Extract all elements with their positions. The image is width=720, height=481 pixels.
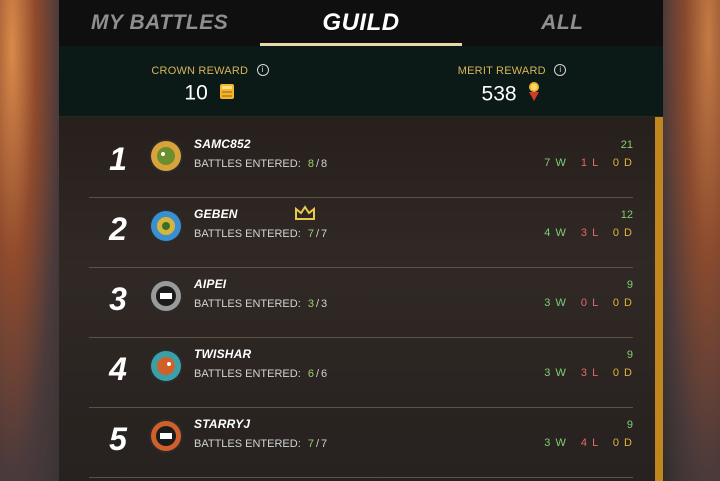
merit-reward: MERIT REWARD i 538 — [361, 46, 663, 116]
record: 3 W 0 L 0 D — [534, 297, 633, 309]
draws: 0 D — [612, 157, 633, 169]
battles-entered-count: 8 — [307, 158, 314, 170]
score: 9 — [626, 279, 633, 291]
battles-entered-total: 6 — [321, 368, 328, 380]
rank: 2 — [109, 211, 127, 247]
crown-icon — [294, 205, 316, 226]
battles-entered: BATTLES ENTERED: 7/7 — [194, 228, 328, 240]
losses: 0 L — [580, 297, 599, 309]
merit-reward-icon — [526, 81, 542, 109]
battles-entered: BATTLES ENTERED: 7/7 — [194, 438, 328, 450]
score: 12 — [620, 209, 633, 221]
list-item[interactable]: 1 SAMC852 BATTLES ENTERED: 8/8 21 7 W 1 … — [89, 127, 633, 198]
score: 21 — [620, 139, 633, 151]
player-name[interactable]: STARRYJ — [194, 417, 250, 431]
wins: 7 W — [544, 157, 567, 169]
losses: 3 L — [580, 227, 599, 239]
wins: 3 W — [544, 367, 567, 379]
player-name[interactable]: AIPEI — [194, 277, 226, 291]
battles-entered: BATTLES ENTERED: 8/8 — [194, 158, 328, 170]
losses: 4 L — [580, 437, 599, 449]
merit-reward-label: MERIT REWARD — [457, 65, 546, 77]
draws: 0 D — [612, 297, 633, 309]
avatar — [147, 137, 185, 175]
battles-entered-total: 8 — [321, 158, 328, 170]
avatar — [147, 347, 185, 385]
scrollbar[interactable] — [655, 117, 663, 481]
losses: 3 L — [580, 367, 599, 379]
tab-my-battles[interactable]: MY BATTLES — [59, 0, 260, 46]
crown-reward-icon — [218, 81, 236, 107]
score: 9 — [626, 419, 633, 431]
avatar — [147, 207, 185, 245]
rank: 3 — [109, 281, 127, 317]
draws: 0 D — [612, 437, 633, 449]
record: 4 W 3 L 0 D — [534, 227, 633, 239]
crown-reward: CROWN REWARD i 10 — [59, 46, 361, 116]
tab-guild[interactable]: GUILD — [260, 0, 462, 46]
battle-panel: MY BATTLES GUILD ALL CROWN REWARD i 10 M… — [59, 0, 663, 481]
avatar — [147, 277, 185, 315]
battles-entered-label: BATTLES ENTERED: — [194, 298, 301, 310]
tab-bar: MY BATTLES GUILD ALL — [59, 0, 663, 46]
merit-reward-value: 538 — [481, 82, 517, 106]
battles-entered-total: 7 — [321, 438, 328, 450]
wins: 3 W — [544, 437, 567, 449]
tab-all[interactable]: ALL — [462, 0, 663, 46]
battles-entered-count: 7 — [307, 228, 314, 240]
record: 3 W 4 L 0 D — [534, 437, 633, 449]
wins: 3 W — [544, 297, 567, 309]
battles-entered: BATTLES ENTERED: 3/3 — [194, 298, 328, 310]
wins: 4 W — [544, 227, 567, 239]
battles-entered-total: 3 — [321, 298, 328, 310]
crown-reward-value: 10 — [184, 81, 208, 105]
background-right — [662, 0, 720, 481]
rank: 4 — [109, 351, 127, 387]
background-left — [0, 0, 60, 481]
losses: 1 L — [580, 157, 599, 169]
player-name[interactable]: SAMC852 — [194, 137, 251, 151]
battles-entered-count: 7 — [307, 438, 314, 450]
draws: 0 D — [612, 227, 633, 239]
score: 9 — [626, 349, 633, 361]
info-icon[interactable]: i — [256, 63, 269, 76]
battles-entered-label: BATTLES ENTERED: — [194, 158, 301, 170]
battles-entered-total: 7 — [321, 228, 328, 240]
list-item[interactable]: 3 AIPEI BATTLES ENTERED: 3/3 9 3 W 0 L 0… — [89, 267, 633, 338]
battles-entered: BATTLES ENTERED: 6/6 — [194, 368, 328, 380]
list-item[interactable]: 4 TWISHAR BATTLES ENTERED: 6/6 9 3 W 3 L… — [89, 337, 633, 408]
battles-entered-count: 6 — [307, 368, 314, 380]
record: 3 W 3 L 0 D — [534, 367, 633, 379]
record: 7 W 1 L 0 D — [534, 157, 633, 169]
battles-entered-label: BATTLES ENTERED: — [194, 228, 301, 240]
rewards-bar: CROWN REWARD i 10 MERIT REWARD i 538 — [59, 46, 663, 117]
guild-battle-list[interactable]: 1 SAMC852 BATTLES ENTERED: 8/8 21 7 W 1 … — [59, 117, 663, 481]
player-name[interactable]: TWISHAR — [194, 347, 251, 361]
battles-entered-count: 3 — [307, 298, 314, 310]
list-item[interactable]: 2 GEBEN BATTLES ENTERED: 7/7 12 4 W 3 L … — [89, 197, 633, 268]
battles-entered-label: BATTLES ENTERED: — [194, 438, 301, 450]
scrollbar-thumb[interactable] — [655, 117, 663, 481]
crown-reward-label: CROWN REWARD — [151, 65, 249, 77]
rank: 1 — [109, 141, 127, 177]
avatar — [147, 417, 185, 455]
battles-entered-label: BATTLES ENTERED: — [194, 368, 301, 380]
player-name[interactable]: GEBEN — [194, 207, 238, 221]
list-item[interactable]: 5 STARRYJ BATTLES ENTERED: 7/7 9 3 W 4 L… — [89, 407, 633, 478]
info-icon[interactable]: i — [554, 63, 567, 76]
rank: 5 — [109, 421, 127, 457]
draws: 0 D — [612, 367, 633, 379]
